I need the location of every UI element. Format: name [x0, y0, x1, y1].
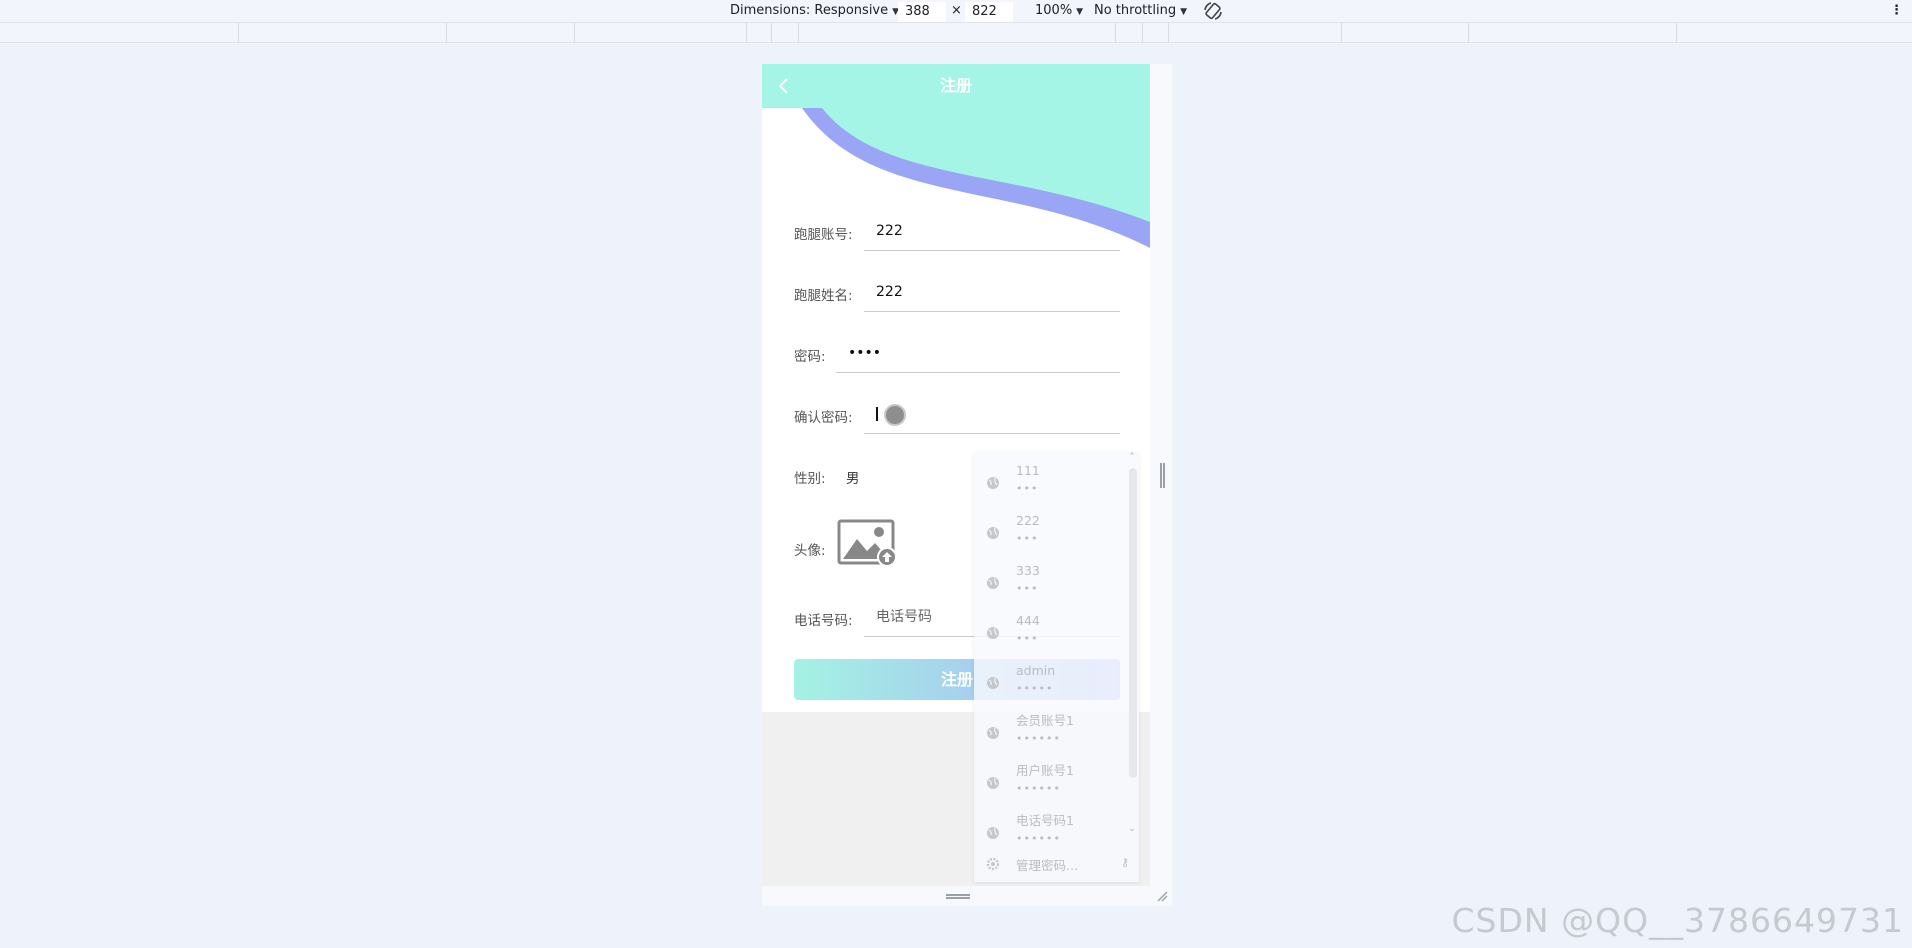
- autofill-password: •••: [1016, 532, 1039, 545]
- more-options-icon[interactable]: ⋮: [1890, 2, 1903, 20]
- autofill-item[interactable]: admin •••••: [974, 662, 1124, 712]
- autofill-username: 222: [1016, 513, 1040, 528]
- gear-icon: [986, 857, 1000, 871]
- chevron-down-icon[interactable]: ⌄: [1127, 824, 1137, 834]
- confirm-password-row: 确认密码:: [794, 394, 1120, 434]
- page-header: 注册: [762, 64, 1150, 108]
- password-row: 密码: ••••: [794, 333, 1120, 373]
- autofill-item[interactable]: 111 •••: [974, 462, 1124, 512]
- account-label: 跑腿账号:: [794, 227, 853, 243]
- times-sign: ×: [951, 3, 962, 18]
- autofill-password: •••••: [1016, 682, 1054, 695]
- dimensions-label: Dimensions: Responsive: [730, 3, 889, 18]
- manage-passwords-label: 管理密码...: [1016, 858, 1078, 873]
- globe-icon: [987, 827, 999, 839]
- autofill-password: •••: [1016, 482, 1039, 495]
- account-row: 跑腿账号: 222: [794, 211, 1120, 251]
- chevron-down-icon: ▼: [1076, 7, 1084, 17]
- chevron-up-icon[interactable]: ⌃: [1127, 452, 1137, 462]
- confirm-password-input[interactable]: [864, 394, 1120, 434]
- width-input[interactable]: 388: [898, 2, 946, 22]
- resize-handle-right[interactable]: [1160, 463, 1165, 488]
- image-upload-icon[interactable]: [837, 519, 899, 569]
- autofill-username: 444: [1016, 613, 1040, 628]
- password-autofill-dropdown: ⌃ ⌄ 111 ••• 222 ••• 333 ••• 444 ••• admi…: [974, 452, 1139, 882]
- watermark: CSDN @QQ__3786649731: [1451, 901, 1904, 940]
- key-icon: ⚷: [1120, 856, 1129, 869]
- chevron-down-icon: ▼: [1180, 7, 1187, 17]
- autofill-username: 333: [1016, 563, 1040, 578]
- globe-icon: [987, 577, 999, 589]
- devtools-toolbar: Dimensions: Responsive ▼ 388 × 822 100% ▼ …: [0, 0, 1912, 23]
- confirm-password-label: 确认密码:: [794, 410, 853, 426]
- autofill-password: ••••••: [1016, 732, 1061, 745]
- password-label: 密码:: [794, 349, 826, 365]
- throttling-dropdown[interactable]: No throttling ▼: [1094, 2, 1187, 21]
- autofill-username: 用户账号1: [1016, 763, 1074, 778]
- phone-label: 电话号码:: [794, 613, 853, 629]
- autofill-username: 111: [1016, 463, 1040, 478]
- name-input[interactable]: 222: [864, 272, 1120, 312]
- autofill-password: ••••••: [1016, 782, 1061, 795]
- password-input[interactable]: ••••: [836, 333, 1120, 373]
- touch-cursor-icon: [884, 404, 906, 426]
- autofill-password: ••••••: [1016, 832, 1061, 845]
- globe-icon: [987, 477, 999, 489]
- height-input[interactable]: 822: [965, 2, 1013, 22]
- account-input[interactable]: 222: [864, 211, 1120, 251]
- name-label: 跑腿姓名:: [794, 288, 853, 304]
- autofill-item[interactable]: 333 •••: [974, 562, 1124, 612]
- media-query-ruler: [0, 23, 1912, 43]
- page-title: 注册: [939, 76, 972, 95]
- autofill-username: 电话号码1: [1016, 813, 1074, 828]
- resize-handle-corner[interactable]: [1156, 890, 1168, 902]
- name-row: 跑腿姓名: 222: [794, 272, 1120, 312]
- throttling-label: No throttling: [1094, 3, 1177, 18]
- gender-value[interactable]: 男: [846, 467, 860, 487]
- manage-passwords-item[interactable]: 管理密码... ⚷: [974, 846, 1139, 882]
- autofill-item[interactable]: 用户账号1 ••••••: [974, 762, 1124, 812]
- dimensions-dropdown[interactable]: Dimensions: Responsive ▼: [730, 2, 899, 21]
- gender-label: 性别:: [794, 471, 826, 487]
- resize-handle-bottom[interactable]: [946, 894, 970, 899]
- globe-icon: [987, 677, 999, 689]
- globe-icon: [987, 627, 999, 639]
- autofill-username: admin: [1016, 663, 1056, 678]
- globe-icon: [987, 527, 999, 539]
- autofill-password: •••: [1016, 582, 1039, 595]
- zoom-dropdown[interactable]: 100% ▼: [1035, 2, 1083, 21]
- text-cursor: [876, 407, 878, 421]
- globe-icon: [987, 777, 999, 789]
- autofill-username: 会员账号1: [1016, 713, 1074, 728]
- autofill-password: •••: [1016, 632, 1039, 645]
- zoom-label: 100%: [1035, 3, 1073, 18]
- globe-icon: [987, 727, 999, 739]
- autofill-item[interactable]: 222 •••: [974, 512, 1124, 562]
- autofill-scrollbar[interactable]: [1129, 468, 1137, 778]
- autofill-item[interactable]: 444 •••: [974, 612, 1124, 662]
- autofill-item[interactable]: 会员账号1 ••••••: [974, 712, 1124, 762]
- avatar-label: 头像:: [794, 543, 826, 559]
